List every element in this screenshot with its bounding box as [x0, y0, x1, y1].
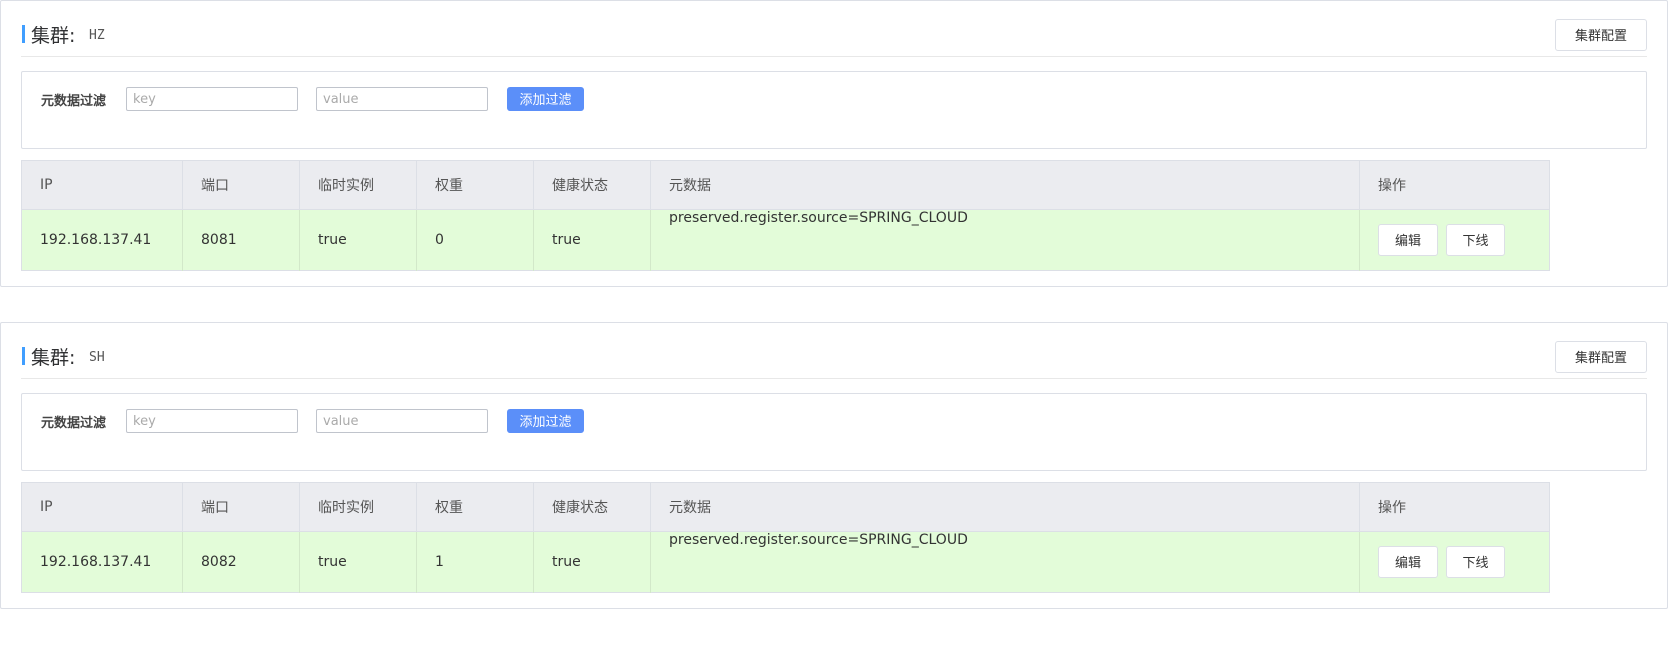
metadata-filter-box: 元数据过滤 添加过滤 — [21, 393, 1647, 471]
add-filter-button[interactable]: 添加过滤 — [507, 409, 584, 433]
table-header-row: IP 端口 临时实例 权重 健康状态 元数据 操作 — [21, 482, 1550, 532]
cluster-title: 集群: — [31, 25, 76, 47]
cell-ip: 192.168.137.41 — [21, 209, 183, 271]
filter-key-input[interactable] — [126, 87, 298, 111]
column-header-ip: IP — [21, 160, 183, 210]
cell-port: 8082 — [182, 531, 300, 593]
cell-ephemeral: true — [299, 531, 417, 593]
cluster-config-button[interactable]: 集群配置 — [1555, 19, 1647, 51]
cluster-title: 集群: — [31, 347, 76, 369]
cluster-header: 集群: SH 集群配置 — [21, 341, 1647, 379]
cell-health: true — [533, 531, 651, 593]
cell-ip: 192.168.137.41 — [21, 531, 183, 593]
table-row: 192.168.137.41 8082 true 1 true preserve… — [21, 531, 1550, 593]
cluster-name: HZ — [89, 28, 105, 43]
cell-metadata: preserved.register.source=SPRING_CLOUD — [650, 531, 1360, 593]
add-filter-button[interactable]: 添加过滤 — [507, 87, 584, 111]
cell-actions: 编辑 下线 — [1359, 531, 1550, 593]
cell-ephemeral: true — [299, 209, 417, 271]
cluster-header: 集群: HZ 集群配置 — [21, 19, 1647, 57]
title-accent-bar — [22, 25, 25, 43]
filter-value-input[interactable] — [316, 87, 488, 111]
cluster-name: SH — [89, 350, 105, 365]
cell-weight: 1 — [416, 531, 534, 593]
instance-table: IP 端口 临时实例 权重 健康状态 元数据 操作 192.168.137.41… — [21, 160, 1550, 271]
metadata-filter-label: 元数据过滤 — [41, 94, 107, 109]
offline-button[interactable]: 下线 — [1446, 224, 1505, 256]
column-header-health: 健康状态 — [533, 160, 651, 210]
column-header-port: 端口 — [182, 160, 300, 210]
column-header-weight: 权重 — [416, 160, 534, 210]
column-header-metadata: 元数据 — [650, 160, 1360, 210]
filter-key-input[interactable] — [126, 409, 298, 433]
cell-health: true — [533, 209, 651, 271]
cluster-panel-sh: 集群: SH 集群配置 元数据过滤 添加过滤 IP 端口 临时实例 权重 健康状… — [0, 322, 1668, 609]
filter-value-input[interactable] — [316, 409, 488, 433]
metadata-filter-label: 元数据过滤 — [41, 416, 107, 431]
column-header-weight: 权重 — [416, 482, 534, 532]
column-header-port: 端口 — [182, 482, 300, 532]
edit-button[interactable]: 编辑 — [1378, 224, 1438, 256]
column-header-metadata: 元数据 — [650, 482, 1360, 532]
cell-metadata: preserved.register.source=SPRING_CLOUD — [650, 209, 1360, 271]
cluster-config-button[interactable]: 集群配置 — [1555, 341, 1647, 373]
column-header-health: 健康状态 — [533, 482, 651, 532]
column-header-ephemeral: 临时实例 — [299, 482, 417, 532]
cluster-panel-hz: 集群: HZ 集群配置 元数据过滤 添加过滤 IP 端口 临时实例 权重 健康状… — [0, 0, 1668, 287]
column-header-actions: 操作 — [1359, 160, 1550, 210]
edit-button[interactable]: 编辑 — [1378, 546, 1438, 578]
title-accent-bar — [22, 347, 25, 365]
metadata-filter-box: 元数据过滤 添加过滤 — [21, 71, 1647, 149]
table-header-row: IP 端口 临时实例 权重 健康状态 元数据 操作 — [21, 160, 1550, 210]
cell-weight: 0 — [416, 209, 534, 271]
column-header-ip: IP — [21, 482, 183, 532]
cell-port: 8081 — [182, 209, 300, 271]
cell-actions: 编辑 下线 — [1359, 209, 1550, 271]
instance-table: IP 端口 临时实例 权重 健康状态 元数据 操作 192.168.137.41… — [21, 482, 1550, 593]
column-header-ephemeral: 临时实例 — [299, 160, 417, 210]
column-header-actions: 操作 — [1359, 482, 1550, 532]
table-row: 192.168.137.41 8081 true 0 true preserve… — [21, 209, 1550, 271]
offline-button[interactable]: 下线 — [1446, 546, 1505, 578]
